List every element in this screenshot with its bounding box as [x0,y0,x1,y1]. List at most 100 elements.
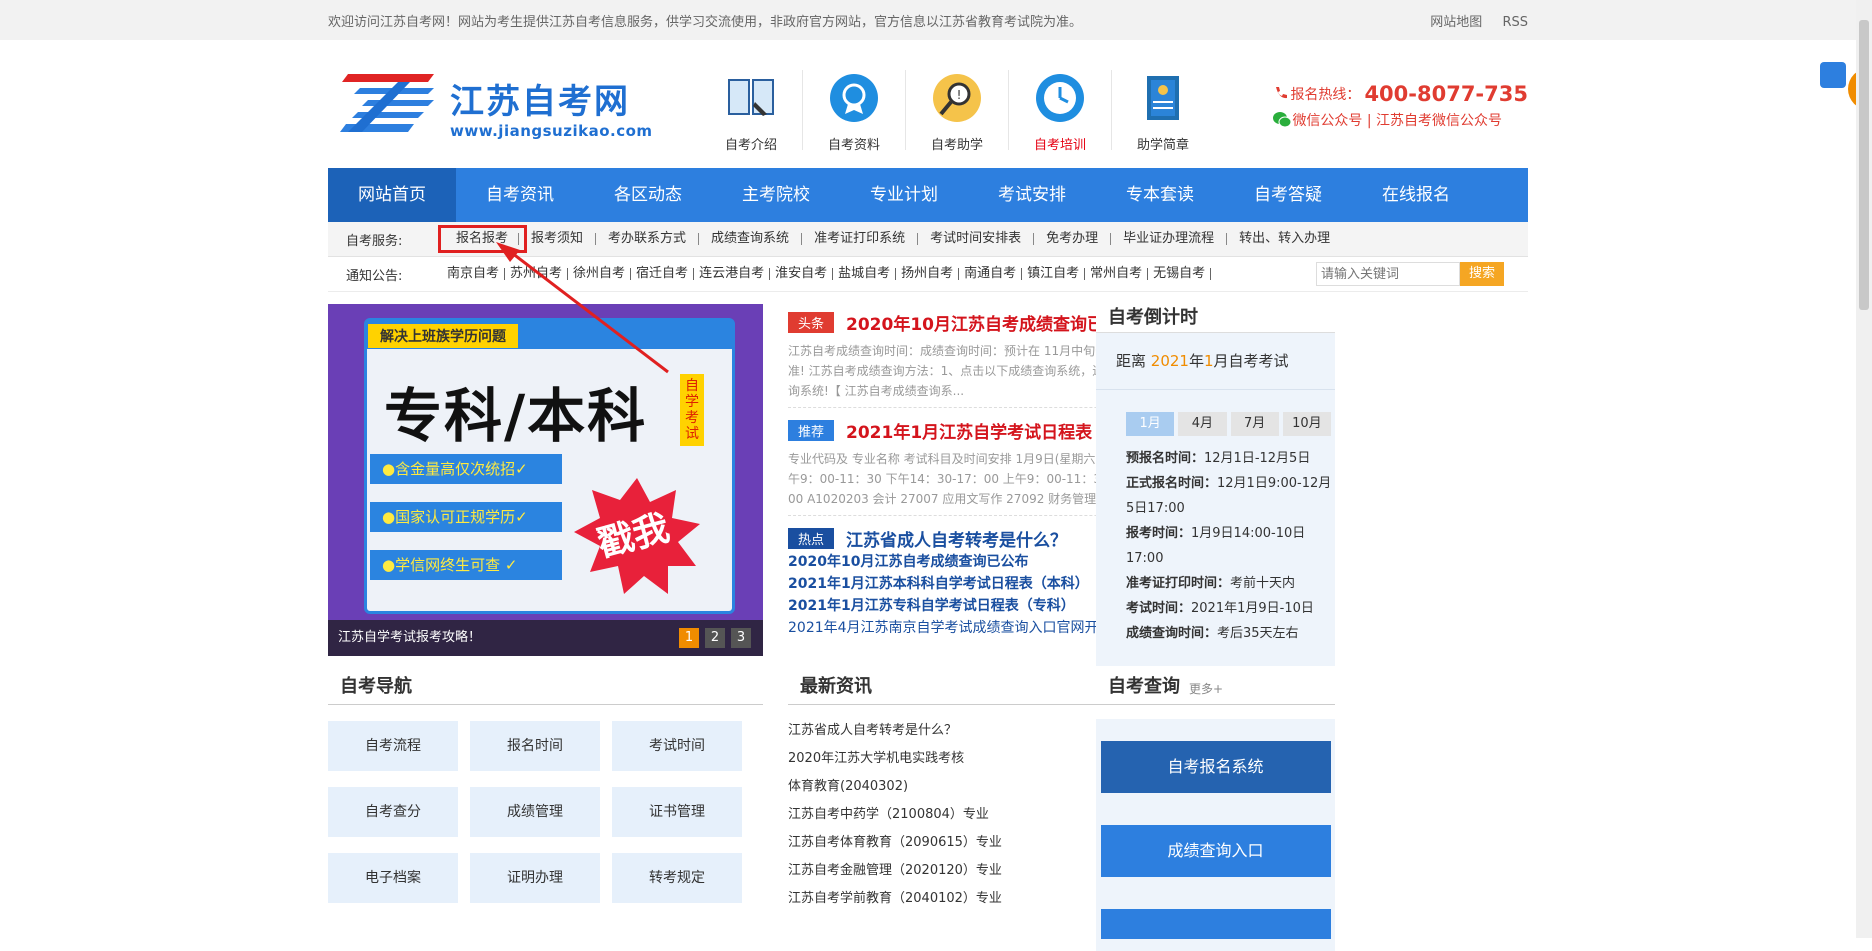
sitemap-link[interactable]: 网站地图 [1430,15,1482,30]
score-query-button[interactable]: 成绩查询入口 [1100,825,1331,877]
logo-url: www.jiangsuzikao.com [450,122,653,140]
news-badge: 头条 [788,312,835,333]
nav-faq[interactable]: 自考答疑 [1224,168,1352,222]
guide-item[interactable]: 电子档案 [328,853,458,903]
tab-oct[interactable]: 10月 [1282,412,1331,436]
pager-dot[interactable]: 3 [731,628,751,648]
city-link[interactable]: 常州自考 [1085,267,1149,280]
quicknav-brochure[interactable]: 助学简章 [1112,70,1214,153]
book-icon [728,79,774,116]
nav-regions[interactable]: 各区动态 [584,168,712,222]
tab-apr[interactable]: 4月 [1178,412,1227,436]
nav-home[interactable]: 网站首页 [328,168,456,222]
banner-headline: 专科/本科 [384,382,648,450]
city-link[interactable]: 盐城自考 [833,267,897,280]
city-link[interactable]: 南京自考 [442,267,506,280]
scrollbar[interactable] [1856,0,1872,938]
guide-item[interactable]: 自考查分 [328,787,458,837]
guide-section: 自考导航 自考流程 报名时间 考试时间 自考查分 成绩管理 证书管理 电子档案 … [328,672,763,903]
countdown-panel: 自考倒计时 距离 2021年1月自考考试 1月 4月 7月 10月 预报名时间：… [1096,304,1335,666]
site-logo[interactable]: 江苏自考网 www.jiangsuzikao.com [338,70,652,140]
search-box: 搜索 [1316,262,1504,286]
nav-plans[interactable]: 专业计划 [840,168,968,222]
pager-dot[interactable]: 2 [705,628,725,648]
promo-banner[interactable]: 解决上班族学历问题 专科/本科 自学考试 ●含金量高仅次统招✓ ●国家认可正规学… [328,304,763,656]
logo-title: 江苏自考网 [450,82,630,122]
quicknav-materials[interactable]: 自考资料 [803,70,906,153]
nav-news[interactable]: 自考资讯 [456,168,584,222]
nav-signup[interactable]: 在线报名 [1352,168,1480,222]
top-bar: 欢迎访问江苏自考网！网站为考生提供江苏自考信息服务，供学习交流使用，非政府官方网… [0,0,1872,40]
banner-point: ●含金量高仅次统招✓ [370,454,562,484]
pager-dot[interactable]: 1 [679,628,699,648]
news-badge: 推荐 [788,420,835,441]
guide-item[interactable]: 成绩管理 [470,787,600,837]
service-admission[interactable]: 准考证打印系统 [802,232,919,245]
countdown-title: 自考倒计时 [1096,304,1335,333]
city-link[interactable]: 南通自考 [959,267,1023,280]
badge-icon [830,74,878,122]
schedule-line: 成绩查询时间：考后35天左右 [1126,626,1299,641]
nav-schedule[interactable]: 考试安排 [968,168,1096,222]
banner-pager: 1 2 3 [673,628,751,648]
city-link[interactable]: 无锡自考 [1148,267,1212,280]
news-title[interactable]: 江苏省成人自考转考是什么？ [846,526,1067,551]
wechat-icon [1273,112,1292,128]
hotline-number: 400-8077-735 [1364,82,1528,106]
schedule-line: 预报名时间：12月1日-12月5日 [1126,451,1311,466]
click-me-burst-icon: 戳我 [574,478,700,594]
guide-item[interactable]: 证明办理 [470,853,600,903]
notice-bar: 通知公告: 南京自考 苏州自考 徐州自考 宿迁自考 连云港自考 淮安自考 盐城自… [328,257,1528,292]
banner-point: ●学信网终生可查 ✓ [370,550,562,580]
tab-jul[interactable]: 7月 [1230,412,1279,436]
rss-link[interactable]: RSS [1502,15,1528,30]
news-title[interactable]: 2021年1月江苏自学考试日程表 [846,418,1092,443]
guide-item[interactable]: 考试时间 [612,721,742,771]
service-diploma[interactable]: 毕业证办理流程 [1111,232,1228,245]
service-notice[interactable]: 报考须知 [519,232,597,245]
service-score[interactable]: 成绩查询系统 [699,232,803,245]
tab-jan[interactable]: 1月 [1126,412,1175,436]
city-link[interactable]: 扬州自考 [896,267,960,280]
search-input[interactable] [1316,262,1460,286]
wechat-link[interactable]: 微信公众号 | 江苏自考微信公众号 [1292,110,1502,130]
guide-item[interactable]: 报名时间 [470,721,600,771]
query-button-partial[interactable] [1100,909,1331,939]
document-icon [1147,76,1179,120]
banner-vertical-text: 自学考试 [680,374,704,446]
query-title: 自考查询 [1096,672,1335,705]
city-link[interactable]: 淮安自考 [770,267,834,280]
quicknav-training[interactable]: 自考培训 [1009,70,1112,153]
service-contact[interactable]: 考办联系方式 [596,232,700,245]
register-system-button[interactable]: 自考报名系统 [1100,741,1331,793]
service-timetable[interactable]: 考试时间安排表 [918,232,1035,245]
nav-colleges[interactable]: 主考院校 [712,168,840,222]
schedule-line: 报考时间：1月9日14:00-10日17:00 [1126,526,1306,566]
quicknav-intro[interactable]: 自考介绍 [700,70,803,153]
countdown-subtitle: 距离 2021年1月自考考试 [1096,333,1335,390]
magnifier-icon: ! [933,74,981,122]
nav-combo[interactable]: 专本套读 [1096,168,1224,222]
news-title[interactable]: 2020年10月江苏自考成绩查询已公布 [846,310,1138,335]
query-section: 自考查询 自考报名系统 成绩查询入口 [1096,672,1335,951]
guide-item[interactable]: 证书管理 [612,787,742,837]
schedule-line: 正式报名时间：12月1日9:00-12月5日17:00 [1126,476,1332,516]
floating-tool-icon[interactable] [1820,62,1846,88]
city-link[interactable]: 镇江自考 [1022,267,1086,280]
city-link[interactable]: 徐州自考 [568,267,632,280]
city-link[interactable]: 连云港自考 [694,267,771,280]
service-exempt[interactable]: 免考办理 [1034,232,1112,245]
latest-title: 最新资讯 [800,676,872,697]
city-link[interactable]: 苏州自考 [505,267,569,280]
guide-item[interactable]: 转考规定 [612,853,742,903]
scrollbar-thumb[interactable] [1859,20,1869,310]
svg-text:!: ! [957,88,962,102]
schedule-line: 考试时间：2021年1月9日-10日 [1126,601,1314,616]
banner-tag: 解决上班族学历问题 [368,324,518,348]
service-transfer[interactable]: 转出、转入办理 [1227,232,1342,245]
search-button[interactable]: 搜索 [1460,262,1504,286]
service-register[interactable]: 报名报考 [437,225,528,253]
guide-item[interactable]: 自考流程 [328,721,458,771]
city-link[interactable]: 宿迁自考 [631,267,695,280]
quicknav-assist[interactable]: ! 自考助学 [906,70,1009,153]
